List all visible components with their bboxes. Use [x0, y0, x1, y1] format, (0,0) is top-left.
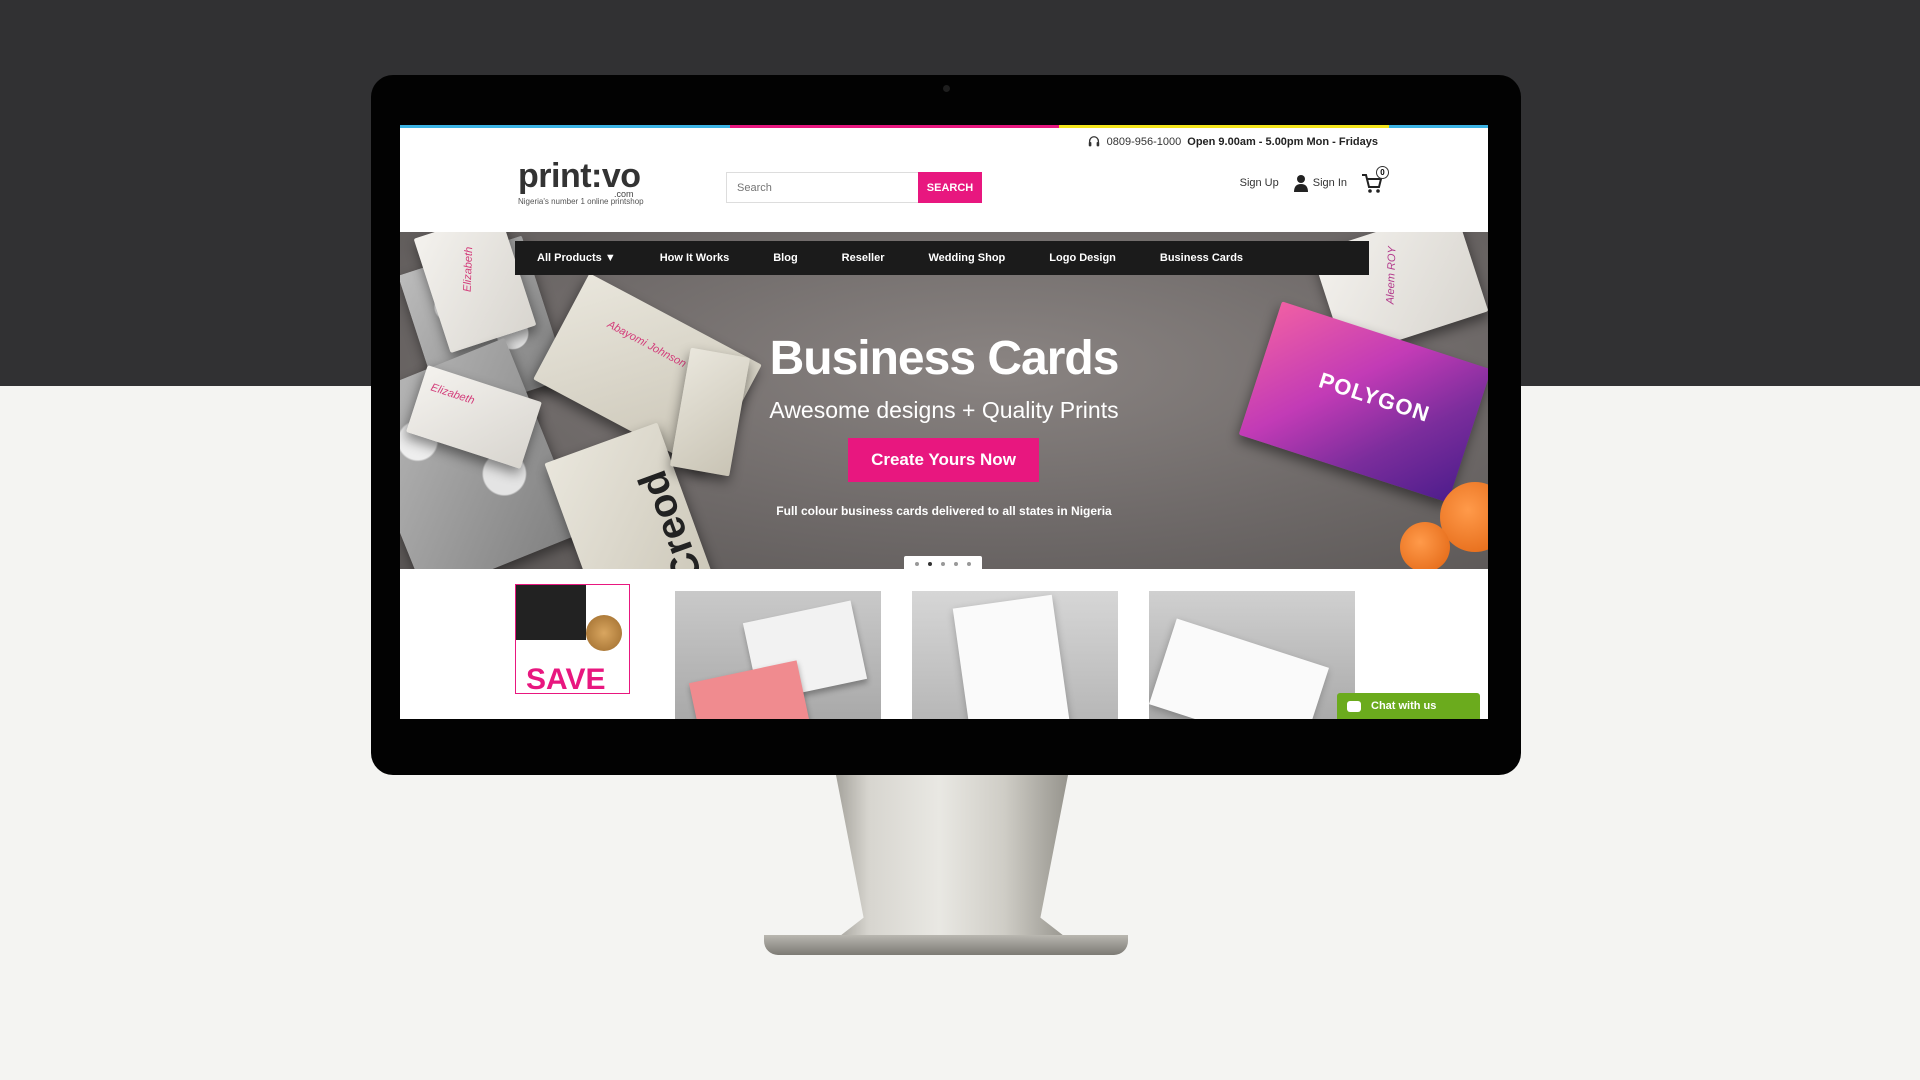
envelope-image	[1149, 618, 1329, 719]
search-button[interactable]: SEARCH	[918, 172, 982, 203]
slider-dot-5[interactable]	[967, 562, 971, 566]
phone-number[interactable]: 0809-956-1000	[1107, 136, 1182, 148]
create-yours-now-button[interactable]: Create Yours Now	[848, 438, 1039, 482]
sign-in-label: Sign In	[1312, 177, 1347, 189]
product-business-cards[interactable]	[675, 591, 881, 719]
monitor-stand-base	[764, 935, 1128, 955]
monitor-stand	[822, 770, 1082, 950]
card-name-polygon: POLYGON	[1315, 367, 1433, 427]
save-label: SAVE	[526, 663, 606, 694]
cart-count-badge: 0	[1376, 166, 1389, 179]
logo-domain: .com	[614, 189, 634, 199]
sign-in-link[interactable]: Sign In	[1293, 174, 1347, 192]
headset-icon	[1088, 136, 1099, 147]
chat-with-us-button[interactable]: Chat with us	[1337, 693, 1480, 719]
hero-banner: Elizabeth Elizabeth Abayomi Johnson Creo…	[400, 232, 1488, 569]
card-name-abayomi: Abayomi Johnson	[605, 318, 689, 371]
nav-all-products[interactable]: All Products ▼	[537, 252, 616, 264]
camera-icon	[943, 85, 950, 92]
logo[interactable]: print:vo .com Nigeria's number 1 online …	[518, 157, 644, 206]
chat-label: Chat with us	[1371, 700, 1437, 712]
opening-hours: Open 9.00am - 5.00pm Mon - Fridays	[1187, 136, 1378, 148]
strip-cyan-end	[1389, 125, 1488, 128]
nav-how-it-works[interactable]: How It Works	[660, 252, 729, 264]
coins-image	[586, 615, 622, 651]
slider-dot-2[interactable]	[928, 562, 932, 566]
slider-dots	[904, 556, 982, 569]
cart-button[interactable]: 0	[1361, 166, 1389, 194]
letterhead-image	[952, 594, 1072, 719]
website-screen: 0809-956-1000 Open 9.00am - 5.00pm Mon -…	[400, 125, 1488, 719]
search-input[interactable]	[726, 172, 919, 203]
product-strip: SAVE	[400, 569, 1488, 719]
product-save-promo[interactable]: SAVE	[515, 584, 630, 694]
strip-cyan	[400, 125, 730, 128]
strip-magenta	[729, 125, 1060, 128]
card-name-aleem: Aleem ROY	[1384, 246, 1399, 305]
product-letterheads[interactable]	[912, 591, 1118, 719]
slider-dot-1[interactable]	[915, 562, 919, 566]
slider-dot-4[interactable]	[954, 562, 958, 566]
card-polygon: POLYGON	[1238, 301, 1488, 503]
nav-wedding-shop[interactable]: Wedding Shop	[928, 252, 1005, 264]
pink-card-image	[688, 660, 812, 719]
slider-dot-3[interactable]	[941, 562, 945, 566]
nav-reseller[interactable]: Reseller	[842, 252, 885, 264]
card-name-elizabeth: Elizabeth	[461, 246, 476, 293]
orange-decoration-2	[1400, 522, 1450, 569]
sign-up-link[interactable]: Sign Up	[1240, 177, 1279, 189]
product-envelopes[interactable]	[1149, 591, 1355, 719]
contact-bar: 0809-956-1000 Open 9.00am - 5.00pm Mon -…	[1087, 135, 1378, 149]
card-name-elizabeth-2: Elizabeth	[429, 381, 476, 407]
user-icon	[1293, 175, 1308, 192]
color-strip	[400, 125, 1488, 128]
hero-title: Business Cards	[769, 332, 1120, 385]
nav-logo-design[interactable]: Logo Design	[1049, 252, 1116, 264]
main-nav: All Products ▼ How It Works Blog Reselle…	[515, 241, 1369, 275]
hero-subtitle: Awesome designs + Quality Prints	[769, 397, 1119, 423]
nav-blog[interactable]: Blog	[773, 252, 797, 264]
calculator-image	[516, 585, 586, 640]
account-area: Sign Up Sign In 0	[1240, 166, 1389, 194]
hero-note: Full colour business cards delivered to …	[776, 504, 1112, 518]
strip-yellow	[1059, 125, 1390, 128]
nav-business-cards[interactable]: Business Cards	[1160, 252, 1243, 264]
chat-bubble-icon	[1347, 700, 1361, 712]
